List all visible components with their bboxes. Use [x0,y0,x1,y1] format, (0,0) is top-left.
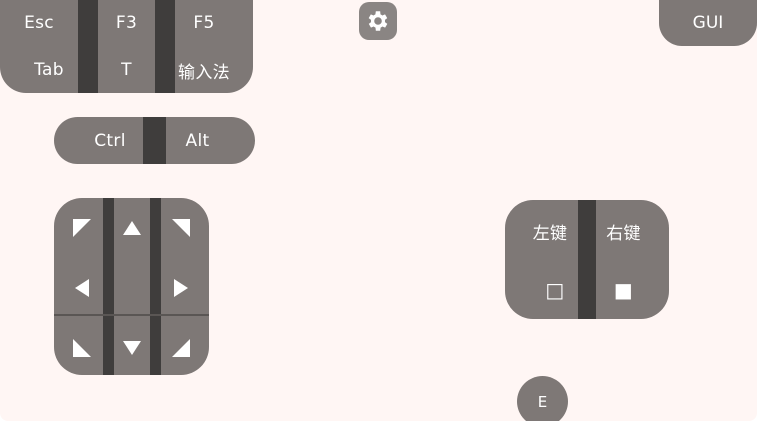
settings-button[interactable] [359,2,397,40]
mouse-key-group: 左键 右键 □ ■ [505,200,669,319]
e-key-button[interactable]: E [517,376,568,421]
arrow-down-right-icon [172,339,190,357]
dpad-up[interactable] [112,206,152,250]
game-screen: Esc F3 F5 Tab T 输入法 GUI Ctrl Alt 左键 右键 □… [0,0,757,421]
arrow-right-icon [174,279,188,297]
dpad-divider [54,314,209,316]
right-click-button[interactable]: ■ [596,268,651,312]
dpad-up-left[interactable] [62,206,102,250]
arrow-down-left-icon [73,339,91,357]
left-click-button[interactable]: □ [505,268,605,312]
esc-key[interactable]: Esc [0,0,78,46]
arrow-up-icon [123,221,141,235]
ime-key[interactable]: 输入法 [175,47,233,93]
left-click-label: 左键 [532,223,568,244]
arrow-up-left-icon [73,219,91,237]
t-key[interactable]: T [98,47,155,93]
gear-icon [368,11,388,31]
key-divider [155,0,175,93]
arrow-left-icon [75,279,89,297]
tab-key[interactable]: Tab [0,47,98,93]
dpad-right[interactable] [161,266,201,310]
alt-key[interactable]: Alt [166,117,255,164]
arrow-up-right-icon [172,219,190,237]
dpad-down-left[interactable] [62,326,102,370]
ctrl-key[interactable]: Ctrl [54,117,166,164]
dpad [54,198,209,375]
dpad-up-right[interactable] [161,206,201,250]
arrow-down-icon [123,341,141,355]
dpad-left[interactable] [62,266,102,310]
function-key-group: Esc F3 F5 Tab T 输入法 [0,0,253,93]
f3-key[interactable]: F3 [98,0,155,46]
modifier-key-group: Ctrl Alt [54,117,255,164]
gui-button[interactable]: GUI [659,0,757,46]
f5-key[interactable]: F5 [175,0,233,46]
dpad-down-right[interactable] [161,326,201,370]
right-click-label: 右键 [606,223,641,244]
dpad-down[interactable] [112,326,152,370]
